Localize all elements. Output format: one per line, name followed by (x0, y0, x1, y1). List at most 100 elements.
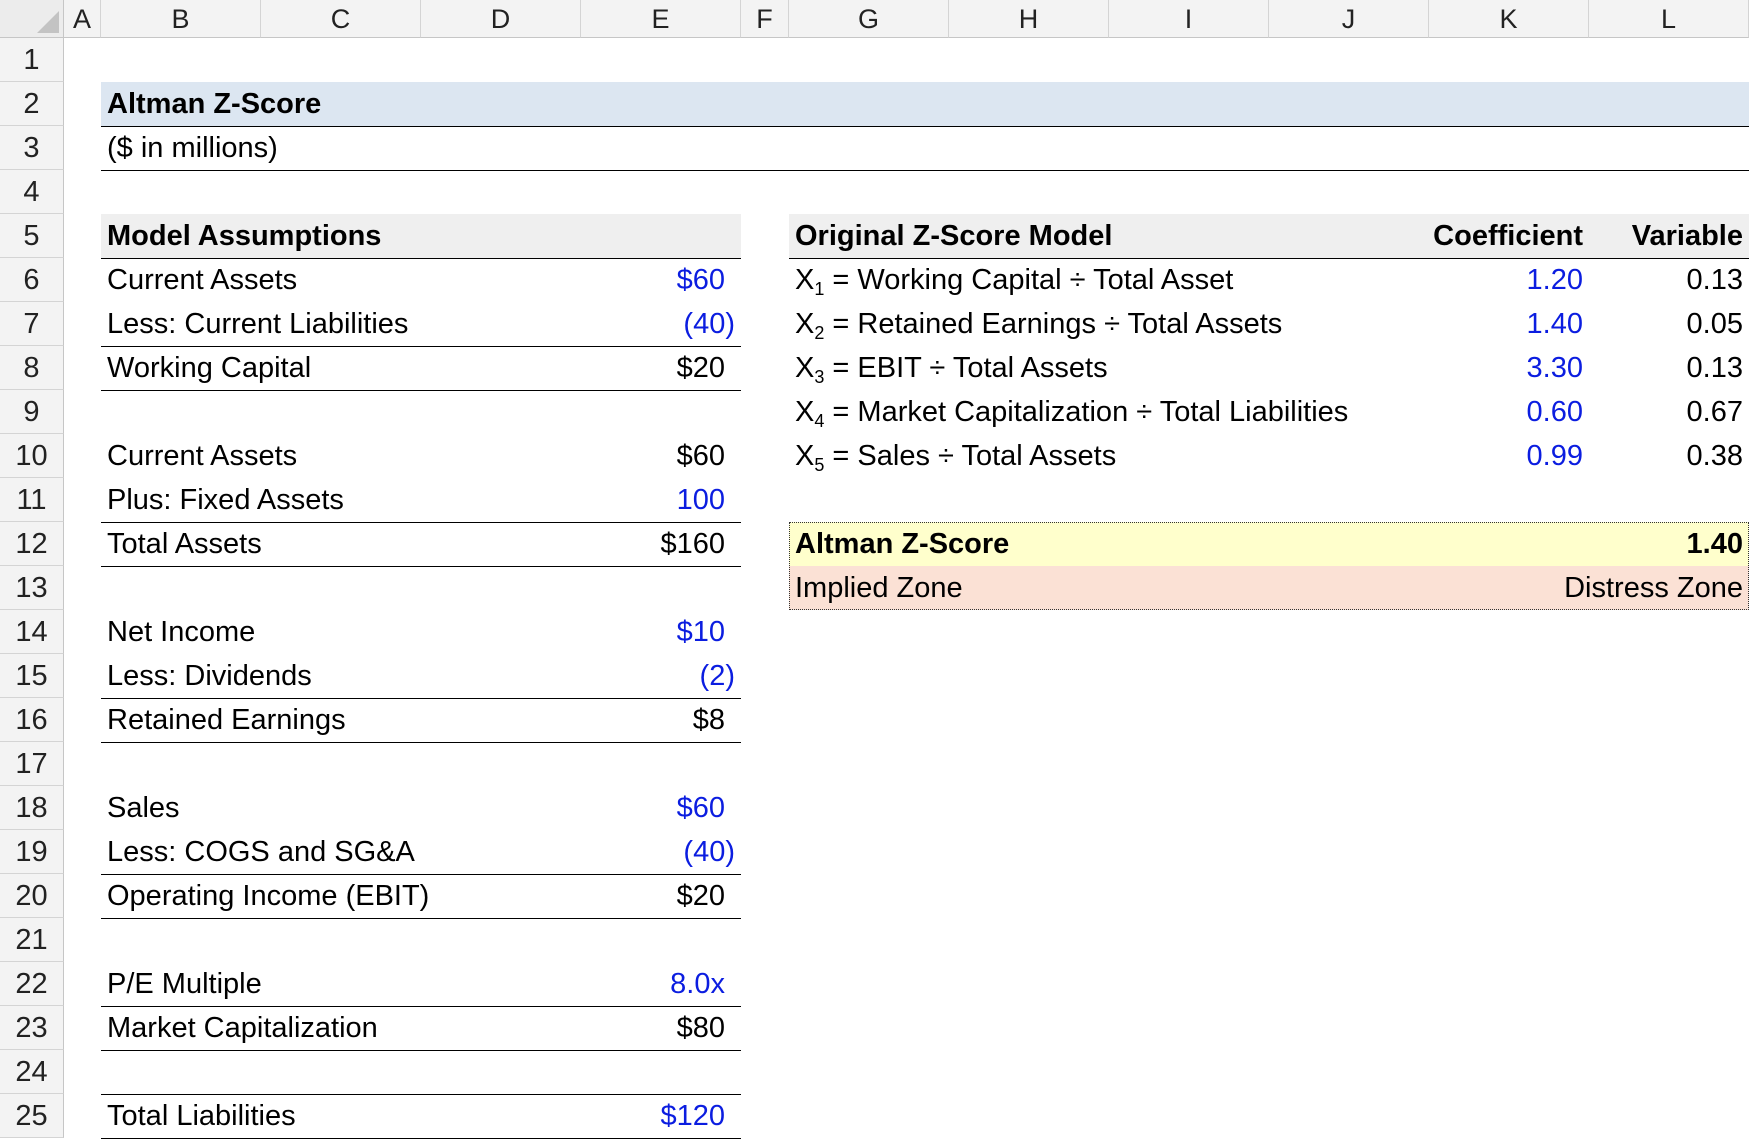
row-header-16[interactable]: 16 (0, 698, 64, 742)
x2-variable[interactable]: 0.05 (1589, 302, 1749, 346)
column-header-b[interactable]: B (101, 0, 261, 38)
x3-variable[interactable]: 0.13 (1589, 346, 1749, 390)
row-header-9[interactable]: 9 (0, 390, 64, 434)
assumption-value-less-cogs-and-sg-a[interactable]: (40) (581, 830, 741, 874)
assumption-label-less-current-liabilities[interactable]: Less: Current Liabilities (101, 302, 581, 346)
row-header-1[interactable]: 1 (0, 38, 64, 82)
x4-formula[interactable]: X4 = Market Capitalization ÷ Total Liabi… (789, 390, 1429, 434)
assumption-value-p-e-multiple[interactable]: 8.0x (581, 962, 741, 1006)
assumption-label-market-capitalization[interactable]: Market Capitalization (101, 1006, 581, 1050)
row-header-13[interactable]: 13 (0, 566, 64, 610)
row-header-14[interactable]: 14 (0, 610, 64, 654)
implied-zone-value[interactable]: Distress Zone (1429, 566, 1749, 610)
column-header-f[interactable]: F (741, 0, 789, 38)
x1-formula[interactable]: X1 = Working Capital ÷ Total Asset (789, 258, 1429, 302)
x1-coefficient[interactable]: 1.20 (1429, 258, 1589, 302)
row-header-23[interactable]: 23 (0, 1006, 64, 1050)
column-header-k[interactable]: K (1429, 0, 1589, 38)
row-header-19[interactable]: 19 (0, 830, 64, 874)
column-header-g[interactable]: G (789, 0, 949, 38)
row-header-7[interactable]: 7 (0, 302, 64, 346)
x2-coefficient[interactable]: 1.40 (1429, 302, 1589, 346)
x5-formula[interactable]: X5 = Sales ÷ Total Assets (789, 434, 1429, 478)
assumption-label-operating-income-ebit[interactable]: Operating Income (EBIT) (101, 874, 581, 918)
x1-variable[interactable]: 0.13 (1589, 258, 1749, 302)
assumption-label-sales[interactable]: Sales (101, 786, 581, 830)
column-headers: ABCDEFGHIJKL (64, 0, 1756, 38)
row-header-21[interactable]: 21 (0, 918, 64, 962)
assumption-label-less-cogs-and-sg-a[interactable]: Less: COGS and SG&A (101, 830, 581, 874)
row-header-8[interactable]: 8 (0, 346, 64, 390)
column-header-j[interactable]: J (1269, 0, 1429, 38)
row-header-20[interactable]: 20 (0, 874, 64, 918)
rule-below-market-capitalization (101, 1050, 741, 1051)
variable-header[interactable]: Variable (1589, 214, 1749, 258)
sheet-subtitle[interactable]: ($ in millions) (101, 126, 1001, 170)
row-header-5[interactable]: 5 (0, 214, 64, 258)
assumption-label-total-assets[interactable]: Total Assets (101, 522, 581, 566)
assumption-label-current-assets[interactable]: Current Assets (101, 434, 581, 478)
assumption-value-current-assets[interactable]: $60 (581, 434, 741, 478)
assumption-value-sales[interactable]: $60 (581, 786, 741, 830)
row-header-3[interactable]: 3 (0, 126, 64, 170)
x3-formula[interactable]: X3 = EBIT ÷ Total Assets (789, 346, 1429, 390)
coefficient-header[interactable]: Coefficient (1349, 214, 1589, 258)
assumptions-header[interactable]: Model Assumptions (101, 214, 581, 258)
x2-subscript: 2 (814, 323, 825, 343)
x3-coefficient[interactable]: 3.30 (1429, 346, 1589, 390)
column-header-a[interactable]: A (64, 0, 101, 38)
assumption-value-net-income[interactable]: $10 (581, 610, 741, 654)
row-header-4[interactable]: 4 (0, 170, 64, 214)
column-header-h[interactable]: H (949, 0, 1109, 38)
assumption-value-retained-earnings[interactable]: $8 (581, 698, 741, 742)
assumption-label-working-capital[interactable]: Working Capital (101, 346, 581, 390)
assumption-value-current-assets[interactable]: $60 (581, 258, 741, 302)
row-header-15[interactable]: 15 (0, 654, 64, 698)
assumption-value-operating-income-ebit[interactable]: $20 (581, 874, 741, 918)
row-header-12[interactable]: 12 (0, 522, 64, 566)
assumption-value-market-capitalization[interactable]: $80 (581, 1006, 741, 1050)
row-header-11[interactable]: 11 (0, 478, 64, 522)
x5-variable[interactable]: 0.38 (1589, 434, 1749, 478)
assumption-value-total-assets[interactable]: $160 (581, 522, 741, 566)
row-header-2[interactable]: 2 (0, 82, 64, 126)
assumption-label-net-income[interactable]: Net Income (101, 610, 581, 654)
assumption-value-working-capital[interactable]: $20 (581, 346, 741, 390)
sheet-title[interactable]: Altman Z-Score (101, 82, 1001, 126)
x2-variable-symbol: X (795, 308, 815, 340)
assumption-label-p-e-multiple[interactable]: P/E Multiple (101, 962, 581, 1006)
column-header-l[interactable]: L (1589, 0, 1749, 38)
column-header-e[interactable]: E (581, 0, 741, 38)
implied-zone-label[interactable]: Implied Zone (789, 566, 1429, 610)
assumption-value-less-dividends[interactable]: (2) (581, 654, 741, 698)
row-header-22[interactable]: 22 (0, 962, 64, 1006)
column-header-d[interactable]: D (421, 0, 581, 38)
total-liabilities-bottom-rule (101, 1138, 741, 1139)
row-header-17[interactable]: 17 (0, 742, 64, 786)
x4-subscript: 4 (814, 411, 825, 431)
assumption-label-plus-fixed-assets[interactable]: Plus: Fixed Assets (101, 478, 581, 522)
select-all-corner[interactable] (0, 0, 64, 38)
z-score-value[interactable]: 1.40 (1589, 522, 1749, 566)
row-header-6[interactable]: 6 (0, 258, 64, 302)
x2-formula[interactable]: X2 = Retained Earnings ÷ Total Assets (789, 302, 1429, 346)
model-header[interactable]: Original Z-Score Model (789, 214, 1349, 258)
x4-coefficient[interactable]: 0.60 (1429, 390, 1589, 434)
assumption-value-total-liabilities[interactable]: $120 (581, 1094, 741, 1138)
row-header-18[interactable]: 18 (0, 786, 64, 830)
x4-variable[interactable]: 0.67 (1589, 390, 1749, 434)
row-header-24[interactable]: 24 (0, 1050, 64, 1094)
row-header-10[interactable]: 10 (0, 434, 64, 478)
assumption-label-current-assets[interactable]: Current Assets (101, 258, 581, 302)
column-header-c[interactable]: C (261, 0, 421, 38)
row-header-25[interactable]: 25 (0, 1094, 64, 1138)
x5-coefficient[interactable]: 0.99 (1429, 434, 1589, 478)
z-score-label[interactable]: Altman Z-Score (789, 522, 1429, 566)
assumption-value-plus-fixed-assets[interactable]: 100 (581, 478, 741, 522)
column-header-i[interactable]: I (1109, 0, 1269, 38)
assumption-label-total-liabilities[interactable]: Total Liabilities (101, 1094, 581, 1138)
assumption-label-retained-earnings[interactable]: Retained Earnings (101, 698, 581, 742)
x4-formula-text: = Market Capitalization ÷ Total Liabilit… (824, 396, 1349, 428)
assumption-label-less-dividends[interactable]: Less: Dividends (101, 654, 581, 698)
assumption-value-less-current-liabilities[interactable]: (40) (581, 302, 741, 346)
